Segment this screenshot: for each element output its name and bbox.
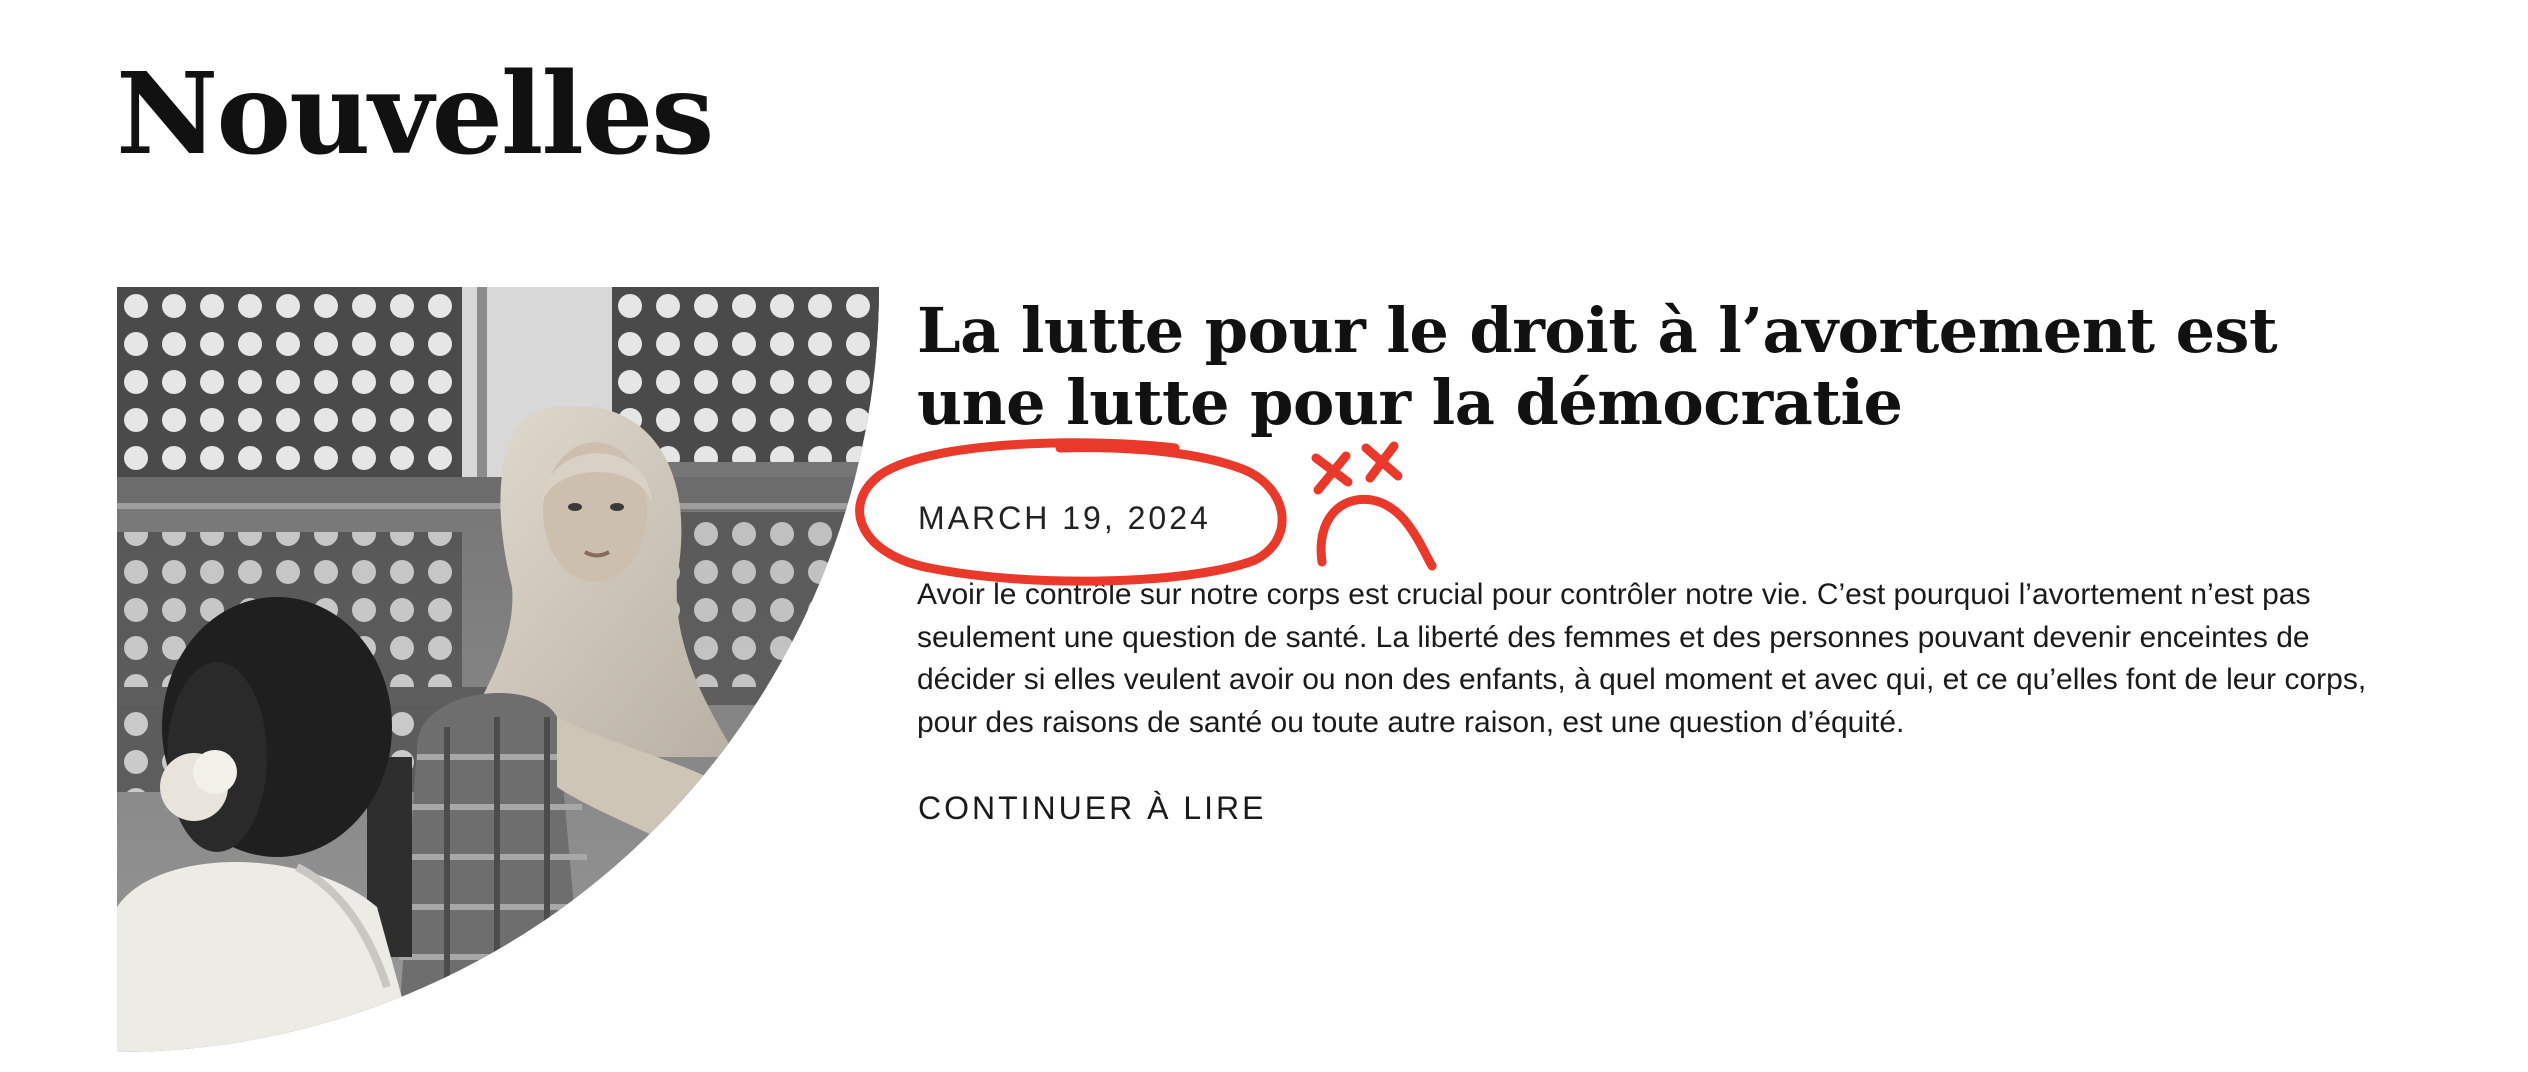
read-more-link[interactable]: CONTINUER À LIRE bbox=[918, 790, 1266, 827]
article-photo bbox=[117, 287, 879, 1052]
article-date: MARCH 19, 2024 bbox=[918, 500, 1211, 536]
news-card: La lutte pour le droit à l’avortement es… bbox=[0, 0, 2528, 1072]
article-image[interactable] bbox=[117, 287, 879, 1052]
article-title[interactable]: La lutte pour le droit à l’avortement es… bbox=[917, 295, 2417, 439]
article-excerpt: Avoir le contrôle sur notre corps est cr… bbox=[917, 578, 2367, 739]
